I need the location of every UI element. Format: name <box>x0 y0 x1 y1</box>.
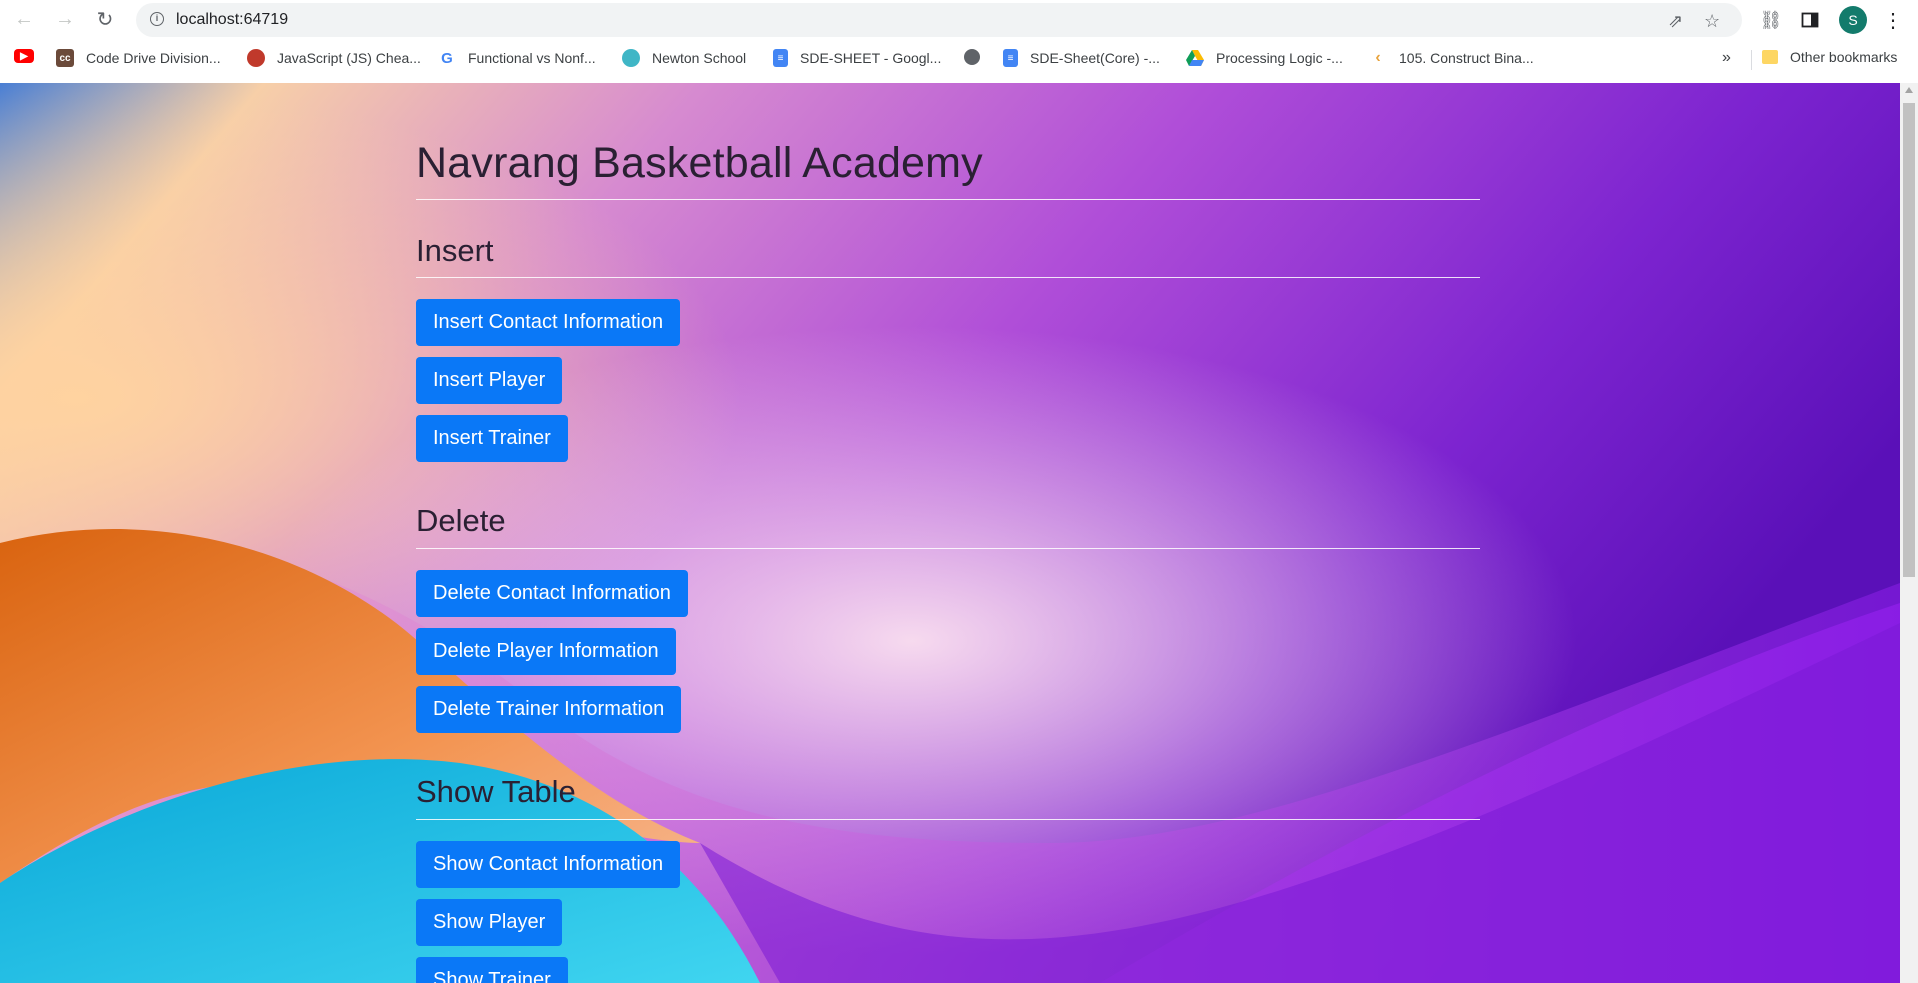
delete-trainer-information-button[interactable]: Delete Trainer Information <box>416 686 682 733</box>
scrollbar-thumb[interactable] <box>1903 103 1915 577</box>
youtube-icon: ▶ <box>14 49 34 63</box>
bookmark-label: SDE-SHEET - Googl... <box>800 50 942 66</box>
bookmark-label: Code Drive Division... <box>86 50 221 66</box>
globe-icon <box>964 49 980 65</box>
browser-chrome: ← → ↻ i localhost:64719 ⇗ ☆ ⛓ S ⋮ ▶ cc C… <box>0 0 1918 84</box>
bookmark-label: 105. Construct Bina... <box>1399 50 1534 66</box>
docs-icon: ≡ <box>1003 49 1018 67</box>
bookmark-label: Functional vs Nonf... <box>468 50 596 66</box>
site-info-icon[interactable]: i <box>150 12 164 26</box>
bookmark-item[interactable]: Processing Logic -... <box>1186 49 1343 67</box>
delete-contact-information-button[interactable]: Delete Contact Information <box>416 570 688 617</box>
divider <box>416 199 1480 200</box>
section-heading-show-table: Show Table <box>416 774 576 809</box>
profile-avatar[interactable]: S <box>1839 6 1867 34</box>
cc-icon: cc <box>56 49 74 67</box>
divider <box>416 548 1480 549</box>
bookmark-item[interactable]: Newton School <box>622 49 746 67</box>
bookmark-star-icon[interactable]: ☆ <box>1704 11 1720 32</box>
leetcode-icon: ‹ <box>1369 49 1387 67</box>
reload-icon[interactable]: ↻ <box>92 6 118 32</box>
address-bar[interactable]: i localhost:64719 ⇗ ☆ <box>136 3 1742 37</box>
show-player-button[interactable]: Show Player <box>416 899 563 946</box>
other-bookmarks-label: Other bookmarks <box>1790 49 1898 65</box>
google-icon: G <box>438 49 456 67</box>
bookmark-globe[interactable] <box>964 49 992 65</box>
insert-contact-information-button[interactable]: Insert Contact Information <box>416 299 681 346</box>
bookmark-label: SDE-Sheet(Core) -... <box>1030 50 1160 66</box>
menu-kebab-icon[interactable]: ⋮ <box>1880 7 1906 33</box>
docs-icon: ≡ <box>773 49 788 67</box>
vertical-scrollbar[interactable] <box>1900 83 1918 983</box>
bookmark-label: JavaScript (JS) Chea... <box>277 50 421 66</box>
show-contact-information-button[interactable]: Show Contact Information <box>416 841 681 888</box>
divider <box>416 277 1480 278</box>
bookmarks-divider <box>1751 50 1752 70</box>
section-heading-insert: Insert <box>416 233 494 268</box>
drive-icon <box>1186 49 1204 67</box>
bookmark-item[interactable]: ≡ SDE-SHEET - Googl... <box>773 49 941 67</box>
url-text[interactable]: localhost:64719 <box>176 11 288 29</box>
insert-player-button[interactable]: Insert Player <box>416 357 563 404</box>
delete-player-information-button[interactable]: Delete Player Information <box>416 628 676 675</box>
back-icon[interactable]: ← <box>11 6 37 32</box>
bookmark-item[interactable]: ‹ 105. Construct Bina... <box>1369 49 1534 67</box>
background-wallpaper <box>0 83 1900 983</box>
bookmark-label: Newton School <box>652 50 747 66</box>
folder-icon <box>1762 50 1778 64</box>
section-heading-delete: Delete <box>416 503 506 538</box>
scroll-up-arrow-icon[interactable] <box>1905 87 1913 93</box>
bookmark-youtube[interactable]: ▶ <box>14 49 46 63</box>
share-icon[interactable]: ⇗ <box>1668 11 1683 32</box>
js-cheatsheet-icon <box>247 49 265 67</box>
page-viewport: Navrang Basketball Academy Insert Insert… <box>0 83 1900 983</box>
bookmark-label: Processing Logic -... <box>1216 50 1343 66</box>
bookmarks-overflow-button[interactable]: » <box>1722 49 1731 67</box>
bookmark-item[interactable]: ≡ SDE-Sheet(Core) -... <box>1003 49 1160 67</box>
extensions-icon[interactable]: ⛓ <box>1758 7 1784 33</box>
newton-icon <box>622 49 640 67</box>
bookmark-item[interactable]: JavaScript (JS) Chea... <box>247 49 421 67</box>
divider <box>416 819 1480 820</box>
insert-trainer-button[interactable]: Insert Trainer <box>416 415 568 462</box>
page-title: Navrang Basketball Academy <box>416 139 983 187</box>
bookmark-item[interactable]: G Functional vs Nonf... <box>438 49 596 67</box>
bookmarks-bar: ▶ cc Code Drive Division... JavaScript (… <box>0 44 1918 76</box>
show-trainer-button[interactable]: Show Trainer <box>416 957 568 983</box>
other-bookmarks[interactable]: Other bookmarks <box>1762 49 1897 65</box>
side-panel-icon[interactable] <box>1797 7 1823 33</box>
forward-icon[interactable]: → <box>52 6 78 32</box>
bookmark-item[interactable]: cc Code Drive Division... <box>56 49 221 67</box>
